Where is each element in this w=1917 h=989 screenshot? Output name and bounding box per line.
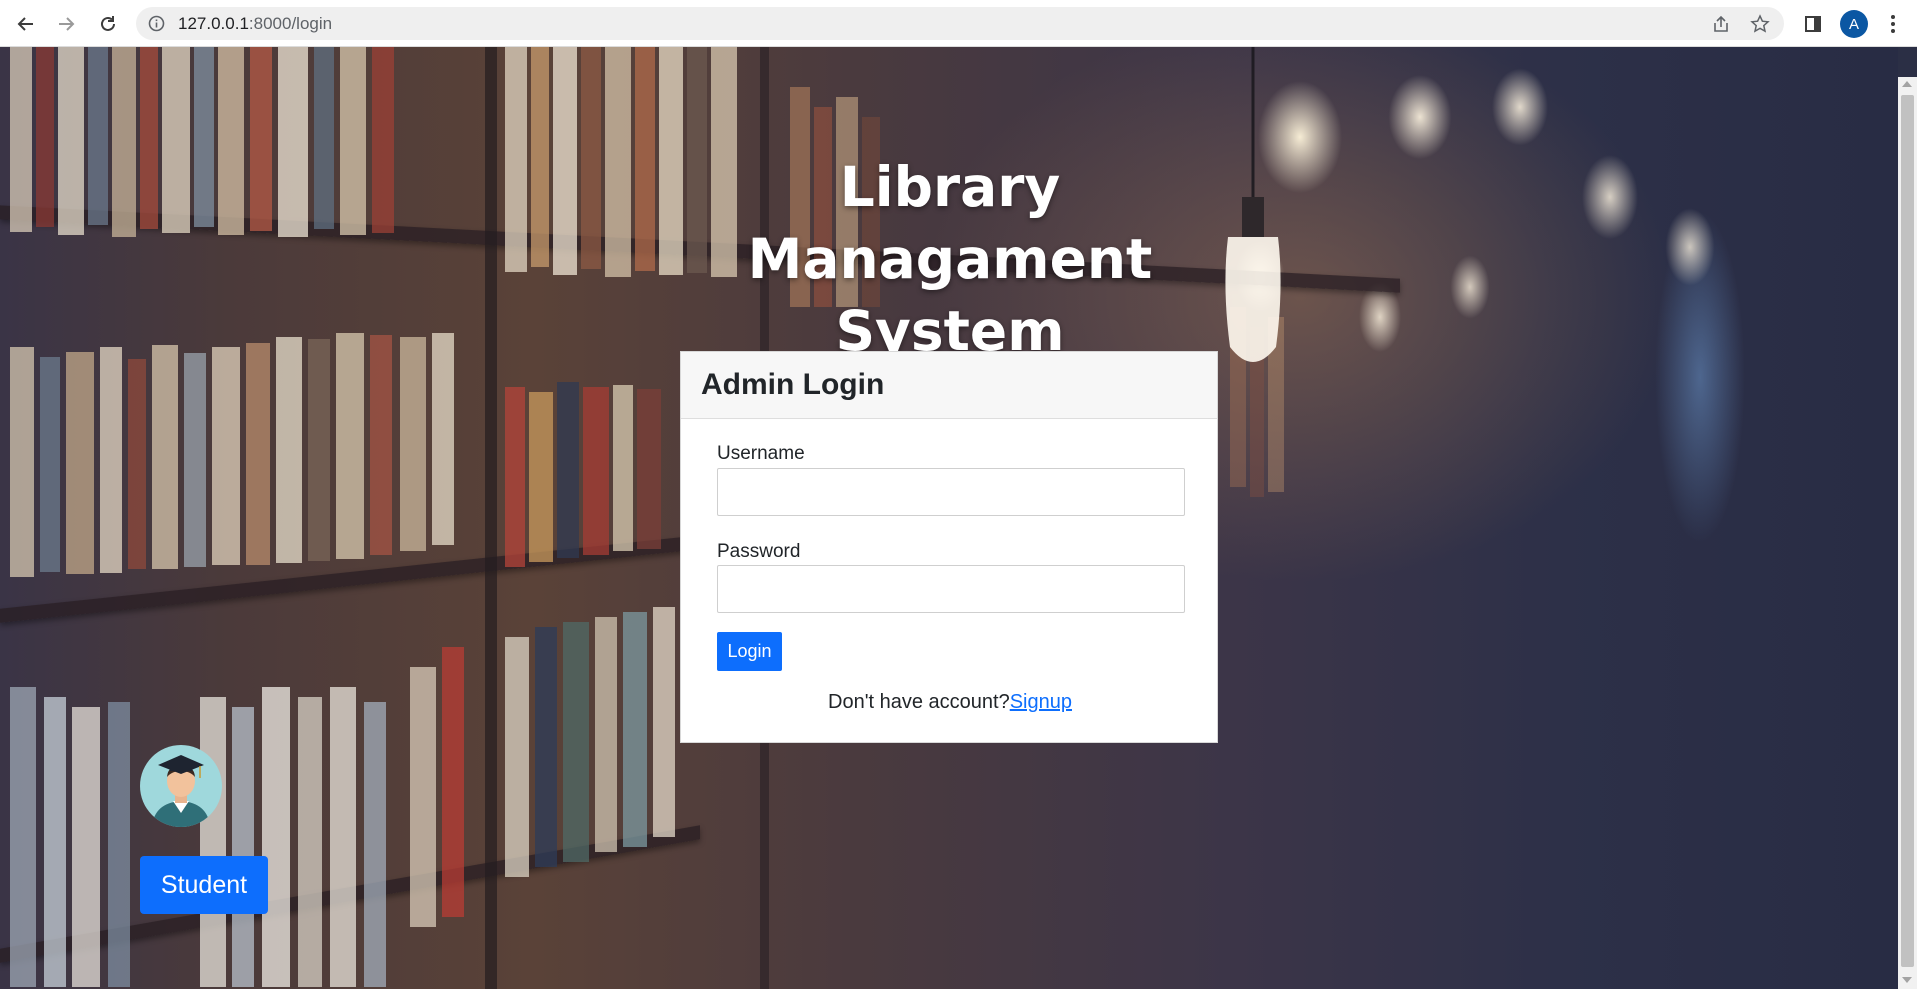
- back-arrow-icon[interactable]: [12, 10, 40, 38]
- site-title: Library Managament System: [650, 151, 1250, 367]
- signup-prompt-text: Don't have account?: [828, 691, 1010, 713]
- site-title-line1: Library Managament: [747, 155, 1153, 291]
- forward-arrow-icon[interactable]: [52, 10, 80, 38]
- profile-avatar[interactable]: A: [1840, 10, 1868, 38]
- star-icon[interactable]: [1750, 14, 1770, 34]
- card-header: Admin Login: [681, 352, 1217, 419]
- username-label: Username: [717, 443, 805, 464]
- card-title: Admin Login: [701, 368, 885, 401]
- url-path: :8000/login: [248, 14, 333, 33]
- page-viewport: Library Managament System Admin Login Us…: [0, 47, 1898, 989]
- browser-toolbar: 127.0.0.1:8000/login A: [0, 0, 1917, 47]
- password-label: Password: [717, 541, 801, 562]
- graduate-icon: [152, 755, 210, 827]
- url-host: 127.0.0.1: [178, 14, 249, 33]
- profile-initial: A: [1840, 10, 1868, 38]
- info-icon[interactable]: [148, 15, 165, 32]
- signup-link[interactable]: Signup: [1010, 691, 1072, 713]
- page-scrollbar[interactable]: [1898, 77, 1917, 989]
- share-icon[interactable]: [1711, 14, 1731, 34]
- username-input[interactable]: [717, 468, 1185, 516]
- admin-login-card: Admin Login Username Password Login Don'…: [680, 351, 1218, 743]
- student-button[interactable]: Student: [140, 856, 268, 914]
- password-input[interactable]: [717, 565, 1185, 613]
- scroll-up-arrow-icon[interactable]: [1902, 81, 1912, 87]
- signup-prompt: Don't have account?Signup: [681, 691, 1219, 714]
- scroll-thumb[interactable]: [1901, 95, 1914, 967]
- scroll-down-arrow-icon[interactable]: [1902, 977, 1912, 983]
- student-avatar: [140, 745, 222, 827]
- reload-icon[interactable]: [94, 10, 122, 38]
- address-bar[interactable]: 127.0.0.1:8000/login: [136, 7, 1784, 40]
- url-text: 127.0.0.1:8000/login: [178, 14, 332, 34]
- login-button[interactable]: Login: [717, 632, 782, 671]
- side-panel-icon[interactable]: [1799, 10, 1827, 38]
- menu-kebab-icon[interactable]: [1879, 10, 1907, 38]
